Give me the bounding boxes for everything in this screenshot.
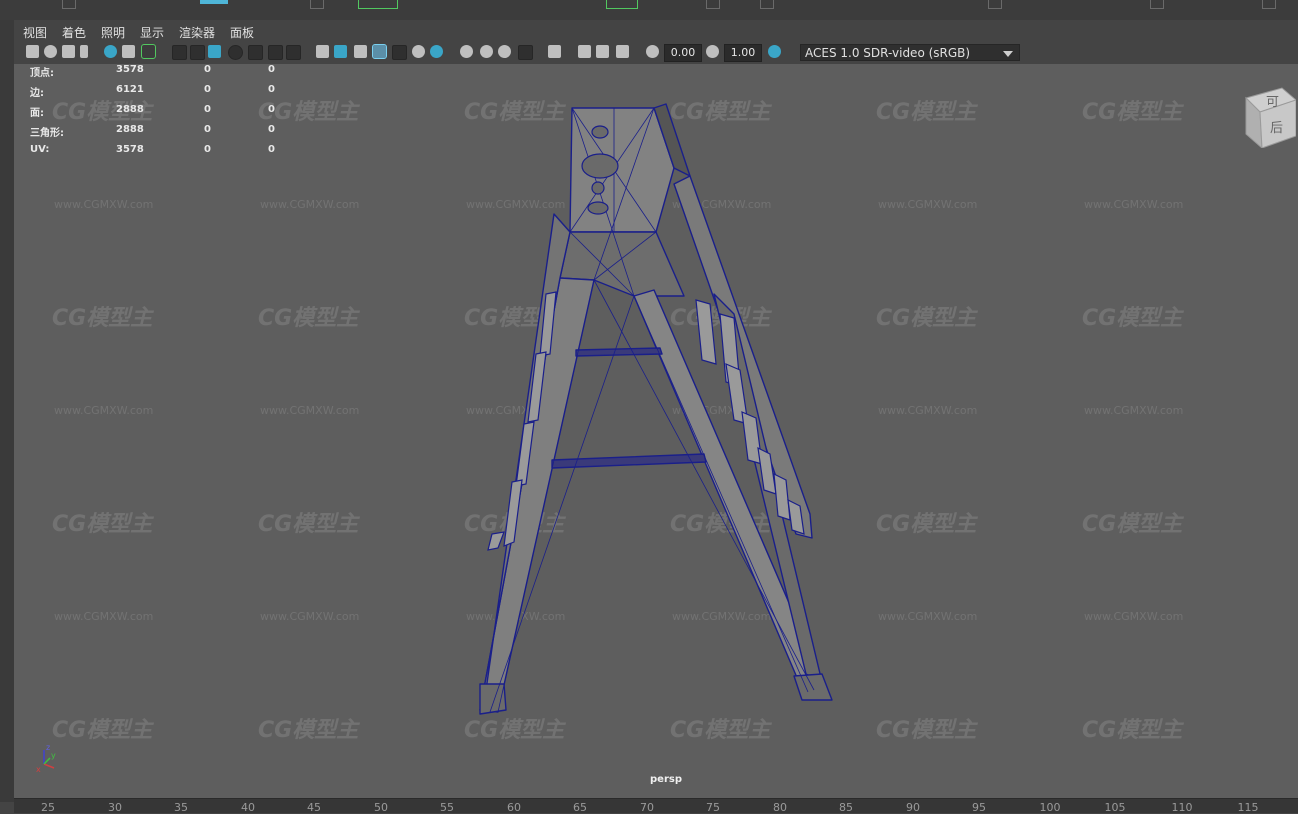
menu-shading[interactable]: 着色 bbox=[62, 24, 86, 41]
gamma-field[interactable]: 1.00 bbox=[724, 44, 762, 62]
axis-gizmo: x z y bbox=[36, 744, 56, 774]
shelf-marker[interactable] bbox=[988, 0, 1002, 9]
view-cube-top-label: 可 bbox=[1266, 95, 1279, 110]
camera-lock-icon[interactable] bbox=[44, 45, 57, 58]
smooth-shade-icon[interactable] bbox=[334, 45, 347, 58]
left-dock bbox=[0, 20, 15, 802]
ladder-mesh[interactable] bbox=[14, 64, 1298, 798]
wireframe-icon[interactable] bbox=[316, 45, 329, 58]
ruler-tick: 70 bbox=[640, 801, 654, 814]
textured-icon[interactable] bbox=[430, 45, 443, 58]
camera-attributes-icon[interactable] bbox=[62, 45, 75, 58]
ruler-tick: 95 bbox=[972, 801, 986, 814]
time-slider-ruler[interactable]: 25 30 35 40 45 50 55 60 65 70 75 80 85 9… bbox=[14, 798, 1298, 814]
grid-icon[interactable] bbox=[172, 45, 187, 60]
ruler-tick: 100 bbox=[1039, 801, 1061, 814]
ruler-tick: 110 bbox=[1171, 801, 1193, 814]
ruler-tick: 45 bbox=[307, 801, 321, 814]
2d-pan-zoom-icon[interactable] bbox=[122, 45, 135, 58]
image-plane-icon[interactable] bbox=[104, 45, 117, 58]
menu-show[interactable]: 显示 bbox=[140, 24, 164, 41]
shelf-marker[interactable] bbox=[62, 0, 76, 9]
exposure-icon[interactable] bbox=[646, 45, 659, 58]
wireframe-on-shaded-icon[interactable] bbox=[372, 44, 387, 59]
grease-pencil-icon[interactable] bbox=[141, 44, 156, 59]
bookmark-icon[interactable] bbox=[80, 45, 88, 58]
color-management-dropdown[interactable]: ACES 1.0 SDR-video (sRGB) bbox=[800, 44, 1020, 61]
axis-x-label: x bbox=[36, 765, 41, 774]
ruler-tick: 80 bbox=[773, 801, 787, 814]
xray-icon[interactable] bbox=[392, 45, 407, 60]
menu-view[interactable]: 视图 bbox=[23, 24, 47, 41]
view-cube[interactable]: 可 后 bbox=[1242, 86, 1296, 148]
menu-renderer[interactable]: 渲染器 bbox=[179, 24, 215, 41]
multisample-aa-icon[interactable] bbox=[518, 45, 533, 60]
shelf-marker[interactable] bbox=[1262, 0, 1276, 9]
motion-blur-icon[interactable] bbox=[498, 45, 511, 58]
resolution-gate-icon[interactable] bbox=[208, 45, 221, 58]
shelf-marker[interactable] bbox=[310, 0, 324, 9]
shelf-marker-selected[interactable] bbox=[358, 0, 398, 9]
color-management-icon[interactable] bbox=[768, 45, 781, 58]
menu-lighting[interactable]: 照明 bbox=[101, 24, 125, 41]
panel-toolbar: 0.00 1.00 ACES 1.0 SDR-video (sRGB) bbox=[14, 42, 1298, 65]
top-shelf-strip bbox=[0, 0, 1298, 21]
panel-menubar: 视图 着色 照明 显示 渲染器 面板 bbox=[14, 20, 1298, 42]
safe-action-icon[interactable] bbox=[268, 45, 283, 60]
chevron-down-icon bbox=[1003, 51, 1013, 57]
ruler-tick: 90 bbox=[906, 801, 920, 814]
ruler-tick: 40 bbox=[241, 801, 255, 814]
safe-title-icon[interactable] bbox=[286, 45, 301, 60]
ruler-tick: 85 bbox=[839, 801, 853, 814]
ruler-tick: 65 bbox=[573, 801, 587, 814]
screen-space-ao-icon[interactable] bbox=[480, 45, 493, 58]
shelf-marker[interactable] bbox=[1150, 0, 1164, 9]
shelf-marker-selected[interactable] bbox=[606, 0, 638, 9]
camera-label: persp bbox=[650, 774, 682, 785]
depth-of-field-icon[interactable] bbox=[616, 45, 629, 58]
field-chart-icon[interactable] bbox=[248, 45, 263, 60]
ruler-tick: 115 bbox=[1237, 801, 1259, 814]
axis-z-label: z bbox=[46, 744, 50, 752]
exposure-field[interactable]: 0.00 bbox=[664, 44, 702, 62]
viewport-persp[interactable]: CG模型主 CG模型主 CG模型主 CG模型主 CG模型主 CG模型主 www.… bbox=[14, 64, 1298, 798]
shelf-marker[interactable] bbox=[706, 0, 720, 9]
ruler-tick: 105 bbox=[1104, 801, 1126, 814]
isolate-select-icon[interactable] bbox=[548, 45, 561, 58]
view-cube-side-label: 后 bbox=[1270, 121, 1283, 136]
shelf-marker[interactable] bbox=[760, 0, 774, 9]
ruler-tick: 60 bbox=[507, 801, 521, 814]
shelf-tab-indicator[interactable] bbox=[200, 0, 228, 4]
gate-mask-icon[interactable] bbox=[228, 45, 243, 60]
camera-select-icon[interactable] bbox=[26, 45, 39, 58]
xray-joints-icon[interactable] bbox=[578, 45, 591, 58]
ruler-tick: 35 bbox=[174, 801, 188, 814]
use-default-material-icon[interactable] bbox=[354, 45, 367, 58]
ruler-tick: 50 bbox=[374, 801, 388, 814]
menu-panels[interactable]: 面板 bbox=[230, 24, 254, 41]
use-all-lights-icon[interactable] bbox=[412, 45, 425, 58]
ruler-tick: 25 bbox=[41, 801, 55, 814]
ruler-tick: 55 bbox=[440, 801, 454, 814]
ruler-tick: 30 bbox=[108, 801, 122, 814]
color-management-label: ACES 1.0 SDR-video (sRGB) bbox=[805, 46, 971, 60]
shadows-icon[interactable] bbox=[460, 45, 473, 58]
film-gate-icon[interactable] bbox=[190, 45, 205, 60]
ruler-tick: 75 bbox=[706, 801, 720, 814]
axis-y-label: y bbox=[51, 751, 56, 760]
xray-active-icon[interactable] bbox=[596, 45, 609, 58]
gamma-icon[interactable] bbox=[706, 45, 719, 58]
